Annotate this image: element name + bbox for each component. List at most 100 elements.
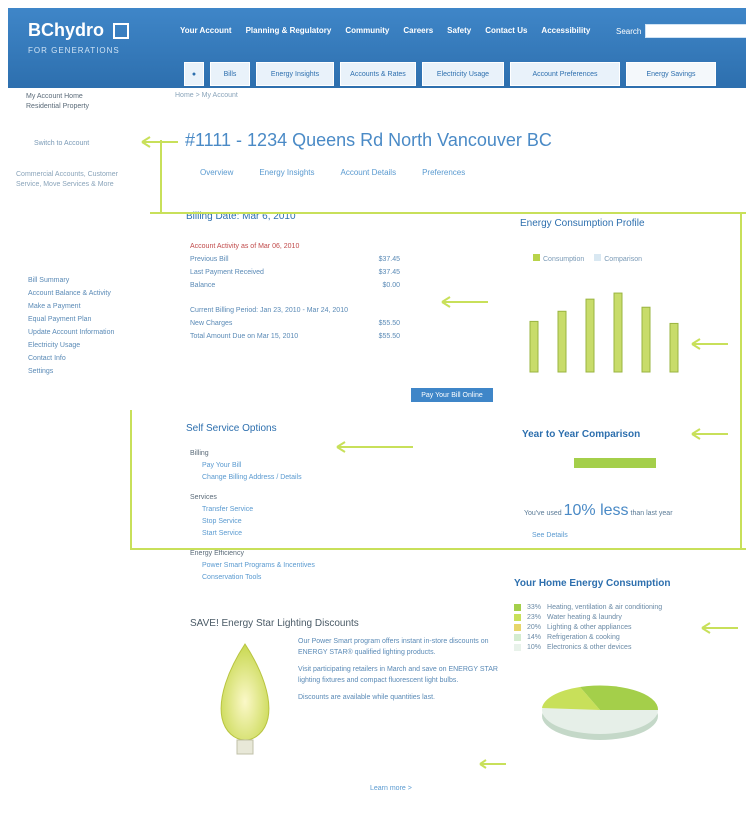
bill-label: Balance xyxy=(190,282,216,289)
page-title: #1111 - 1234 Queens Rd North Vancouver B… xyxy=(185,130,552,150)
bill-value: $37.45 xyxy=(378,256,400,263)
home-consumption-list: 33% Heating, ventilation & air conditioni… xyxy=(514,603,662,653)
sidebar-link[interactable]: Electricity Usage xyxy=(28,339,114,352)
sidebar-link[interactable]: Contact Info xyxy=(28,352,114,365)
bill-label: Previous Bill xyxy=(190,256,229,263)
self-service-list: Billing Pay Your Bill Change Billing Add… xyxy=(190,448,315,584)
tab-home[interactable]: ● xyxy=(184,62,204,86)
home-pct: 10% xyxy=(527,644,542,651)
subtab[interactable]: Energy Insights xyxy=(259,168,314,177)
top-nav-item[interactable]: Safety xyxy=(447,26,471,35)
subtab[interactable]: Account Details xyxy=(340,168,396,177)
home-pct: 33% xyxy=(527,604,542,611)
top-nav-item[interactable]: Community xyxy=(345,26,389,35)
tab-energy-insights[interactable]: Energy Insights xyxy=(256,62,334,86)
bill-label: Total Amount Due on Mar 15, 2010 xyxy=(190,333,299,340)
yy-after: than last year xyxy=(630,510,673,517)
home-label: Heating, ventilation & air conditioning xyxy=(547,604,663,611)
bill-row: Balance $0.00 xyxy=(190,279,400,292)
switch-account-link[interactable]: Switch to Account xyxy=(20,140,150,147)
home-pct: 20% xyxy=(527,624,542,631)
saver-paragraph: Discounts are available while quantities… xyxy=(298,694,435,701)
saver-text: Our Power Smart program offers instant i… xyxy=(298,636,498,709)
energy-profile-title: Energy Consumption Profile xyxy=(520,218,645,229)
sidebar-info-block: Commercial Accounts, Customer Service, M… xyxy=(16,171,118,188)
ss-link[interactable]: Start Service xyxy=(190,528,315,540)
bchydro-logo[interactable]: BChydro xyxy=(28,20,130,41)
ss-group-title: Billing xyxy=(190,450,209,457)
home-consumption-pie xyxy=(542,685,659,740)
tab-account-preferences[interactable]: Account Preferences xyxy=(510,62,620,86)
yy-big: 10% less xyxy=(563,502,629,519)
chart-bar xyxy=(641,306,651,373)
sidebar-link[interactable]: Account Balance & Activity xyxy=(28,287,114,300)
subtab[interactable]: Overview xyxy=(200,168,233,177)
account-line: Residential Property xyxy=(26,103,90,110)
account-line: My Account Home xyxy=(26,93,83,100)
ss-link[interactable]: Transfer Service xyxy=(190,504,315,516)
sidebar-link[interactable]: Equal Payment Plan xyxy=(28,313,114,326)
ss-link[interactable]: Pay Your Bill xyxy=(190,460,315,472)
main-tabs: ● Bills Energy Insights Accounts & Rates… xyxy=(184,62,716,86)
year-comparison-bar xyxy=(574,458,656,468)
home-item: 20% Lighting & other appliances xyxy=(514,623,662,633)
annotation-arrow-icon xyxy=(691,428,728,440)
ss-link[interactable]: Power Smart Programs & Incentives xyxy=(190,560,315,572)
home-label: Refrigeration & cooking xyxy=(547,634,620,641)
sidebar: My Account Home Residential Property Swi… xyxy=(20,88,150,147)
pay-bill-button[interactable]: Pay Your Bill Online xyxy=(411,388,493,402)
breadcrumb[interactable]: Home > My Account xyxy=(175,92,238,99)
chart-bar xyxy=(613,292,623,373)
chart-bar xyxy=(557,310,567,373)
annotation-line xyxy=(130,548,746,550)
sidebar-link[interactable]: Settings xyxy=(28,365,114,378)
annotation-line xyxy=(130,410,132,550)
see-details-link[interactable]: See Details xyxy=(532,532,568,539)
tab-bills[interactable]: Bills xyxy=(210,62,250,86)
saver-paragraph: Our Power Smart program offers instant i… xyxy=(298,638,489,656)
bill-row: Total Amount Due on Mar 15, 2010 $55.50 xyxy=(190,330,400,343)
learn-more-link[interactable]: Learn more > xyxy=(370,785,412,792)
tab-electricity-usage[interactable]: Electricity Usage xyxy=(422,62,504,86)
sidebar-link[interactable]: Make a Payment xyxy=(28,300,114,313)
top-nav-item[interactable]: Contact Us xyxy=(485,26,527,35)
home-pct: 14% xyxy=(527,634,542,641)
top-nav-item[interactable]: Your Account xyxy=(180,26,232,35)
bill-value: $55.50 xyxy=(378,320,400,327)
top-nav-item[interactable]: Accessibility xyxy=(541,26,590,35)
logo-text: BChydro xyxy=(28,20,104,40)
top-nav-item[interactable]: Careers xyxy=(403,26,433,35)
annotation-arrow-icon xyxy=(141,136,178,148)
saver-paragraph: Visit participating retailers in March a… xyxy=(298,666,498,684)
year-comparison-title: Year to Year Comparison xyxy=(522,429,641,440)
home-icon: ● xyxy=(191,70,197,78)
bill-label: Last Payment Received xyxy=(190,269,264,276)
bill-row: Current Billing Period: Jan 23, 2010 - M… xyxy=(190,304,400,317)
ss-link[interactable]: Change Billing Address / Details xyxy=(190,472,315,484)
home-label: Lighting & other appliances xyxy=(547,624,632,631)
home-item: 14% Refrigeration & cooking xyxy=(514,633,662,643)
top-nav: Your Account Planning & Regulatory Commu… xyxy=(180,26,590,35)
logo-mark-icon xyxy=(113,23,130,40)
search-label: Search xyxy=(616,26,642,36)
tab-energy-savings[interactable]: Energy Savings xyxy=(626,62,716,86)
annotation-arrow-icon xyxy=(336,441,413,453)
ss-link[interactable]: Conservation Tools xyxy=(190,572,315,584)
annotation-line xyxy=(150,212,746,214)
annotation-line xyxy=(740,212,742,550)
ss-link[interactable]: Stop Service xyxy=(190,516,315,528)
home-item: 23% Water heating & laundry xyxy=(514,613,662,623)
sidebar-link[interactable]: Update Account Information xyxy=(28,326,114,339)
top-nav-item[interactable]: Planning & Regulatory xyxy=(246,26,332,35)
search-input[interactable] xyxy=(645,24,746,38)
account-card: My Account Home Residential Property xyxy=(20,88,150,116)
site-header: BChydro FOR GENERATIONS Your Account Pla… xyxy=(8,8,746,88)
annotation-arrow-icon xyxy=(691,338,728,350)
yy-before: You've used xyxy=(524,510,562,517)
tab-accounts-rates[interactable]: Accounts & Rates xyxy=(340,62,416,86)
chart-bar xyxy=(529,320,539,373)
sidebar-link[interactable]: Bill Summary xyxy=(28,274,114,287)
subtab[interactable]: Preferences xyxy=(422,168,465,177)
annotation-arrow-icon xyxy=(701,622,738,634)
home-pct: 23% xyxy=(527,614,542,621)
